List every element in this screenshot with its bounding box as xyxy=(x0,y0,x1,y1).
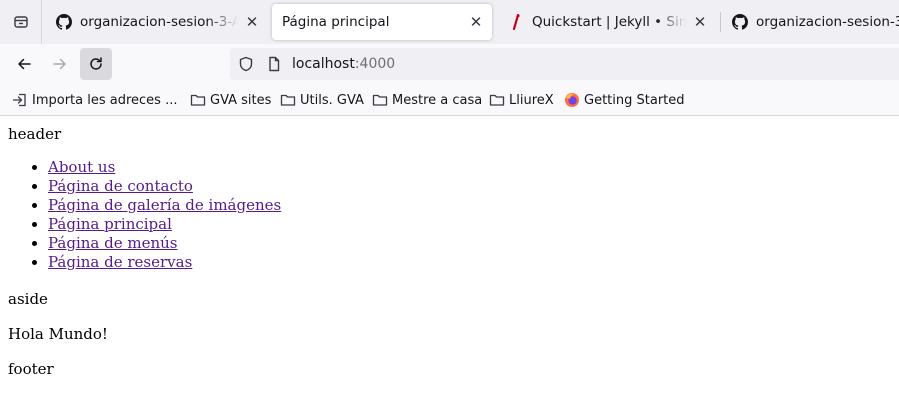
address-bar[interactable]: localhost:4000 xyxy=(230,48,899,80)
page-info-icon[interactable] xyxy=(266,56,282,72)
aside-text: aside xyxy=(8,290,48,308)
reload-icon xyxy=(90,57,102,70)
nav-list-item: Página de menús xyxy=(48,234,281,253)
bookmark-folder-utils-gva[interactable]: Utils. GVA xyxy=(280,90,364,110)
bookmark-import[interactable]: Importa les adreces ... xyxy=(12,90,177,110)
footer-text: footer xyxy=(8,360,54,378)
firefox-icon xyxy=(564,92,580,108)
folder-icon xyxy=(190,92,206,108)
tab-github-1[interactable]: organizacion-sesion-3-Artu ✕ xyxy=(46,4,268,40)
tab-github-2[interactable]: organizacion-sesion-3-A xyxy=(722,4,899,40)
tab-strip: organizacion-sesion-3-Artu ✕ Página prin… xyxy=(0,0,899,45)
nav-list-item: Página principal xyxy=(48,215,281,234)
reload-button[interactable] xyxy=(80,48,112,80)
bookmark-folder-gva-sites[interactable]: GVA sites xyxy=(190,90,271,110)
tab-title: Quickstart | Jekyll • Simple xyxy=(532,14,686,30)
close-tab-icon[interactable]: ✕ xyxy=(244,13,260,31)
bookmark-label: GVA sites xyxy=(210,92,272,108)
url-text[interactable]: localhost:4000 xyxy=(292,56,395,72)
header-text: header xyxy=(8,125,62,143)
url-host: localhost xyxy=(292,56,355,72)
github-icon xyxy=(56,14,72,30)
main-text: Hola Mundo! xyxy=(8,325,108,343)
shield-icon[interactable] xyxy=(238,56,254,72)
site-nav-list: About us Página de contacto Página de ga… xyxy=(8,158,281,272)
bookmark-label: LliureX xyxy=(509,92,554,108)
forward-button[interactable] xyxy=(44,48,76,80)
import-icon xyxy=(12,92,28,108)
tab-list-icon xyxy=(13,16,28,28)
nav-list-item: Página de reservas xyxy=(48,253,281,272)
link-galeria[interactable]: Página de galería de imágenes xyxy=(48,196,281,214)
bookmarks-toolbar: Importa les adreces ... GVA sites Utils.… xyxy=(0,84,899,116)
bookmark-label: Utils. GVA xyxy=(300,92,364,108)
tab-title: organizacion-sesion-3-A xyxy=(756,14,899,30)
folder-icon xyxy=(489,92,505,108)
bookmark-folder-mestre-a-casa[interactable]: Mestre a casa xyxy=(372,90,482,110)
tab-separator xyxy=(720,12,721,32)
tab-jekyll[interactable]: Quickstart | Jekyll • Simple ✕ xyxy=(498,4,716,40)
tab-pagina-principal[interactable]: Página principal ✕ xyxy=(272,4,492,40)
back-arrow-icon xyxy=(18,58,31,70)
link-principal[interactable]: Página principal xyxy=(48,215,172,233)
bookmark-label: Importa les adreces ... xyxy=(32,92,178,108)
forward-arrow-icon xyxy=(53,58,66,70)
nav-list-item: Página de galería de imágenes xyxy=(48,196,281,215)
bookmark-getting-started[interactable]: Getting Started xyxy=(564,90,685,110)
url-port: :4000 xyxy=(354,56,396,72)
bookmark-label: Getting Started xyxy=(584,92,685,108)
jekyll-icon xyxy=(508,14,524,30)
folder-icon xyxy=(372,92,388,108)
link-about-us[interactable]: About us xyxy=(48,158,115,176)
link-reservas[interactable]: Página de reservas xyxy=(48,253,192,271)
tab-list-button[interactable] xyxy=(0,0,42,44)
github-icon xyxy=(732,14,748,30)
tab-title: organizacion-sesion-3-Artu xyxy=(80,14,238,30)
back-button[interactable] xyxy=(8,48,40,80)
nav-list-item: Página de contacto xyxy=(48,177,281,196)
bookmark-label: Mestre a casa xyxy=(392,92,483,108)
tab-title: Página principal xyxy=(282,14,390,30)
link-menus[interactable]: Página de menús xyxy=(48,234,178,252)
close-tab-icon[interactable]: ✕ xyxy=(692,13,708,31)
nav-list-item: About us xyxy=(48,158,281,177)
link-contacto[interactable]: Página de contacto xyxy=(48,177,193,195)
navigation-toolbar: localhost:4000 xyxy=(0,44,899,84)
folder-icon xyxy=(280,92,296,108)
close-tab-icon[interactable]: ✕ xyxy=(468,13,484,31)
bookmark-folder-lliurex[interactable]: LliureX xyxy=(489,90,554,110)
page-viewport: header About us Página de contacto Págin… xyxy=(0,116,899,401)
